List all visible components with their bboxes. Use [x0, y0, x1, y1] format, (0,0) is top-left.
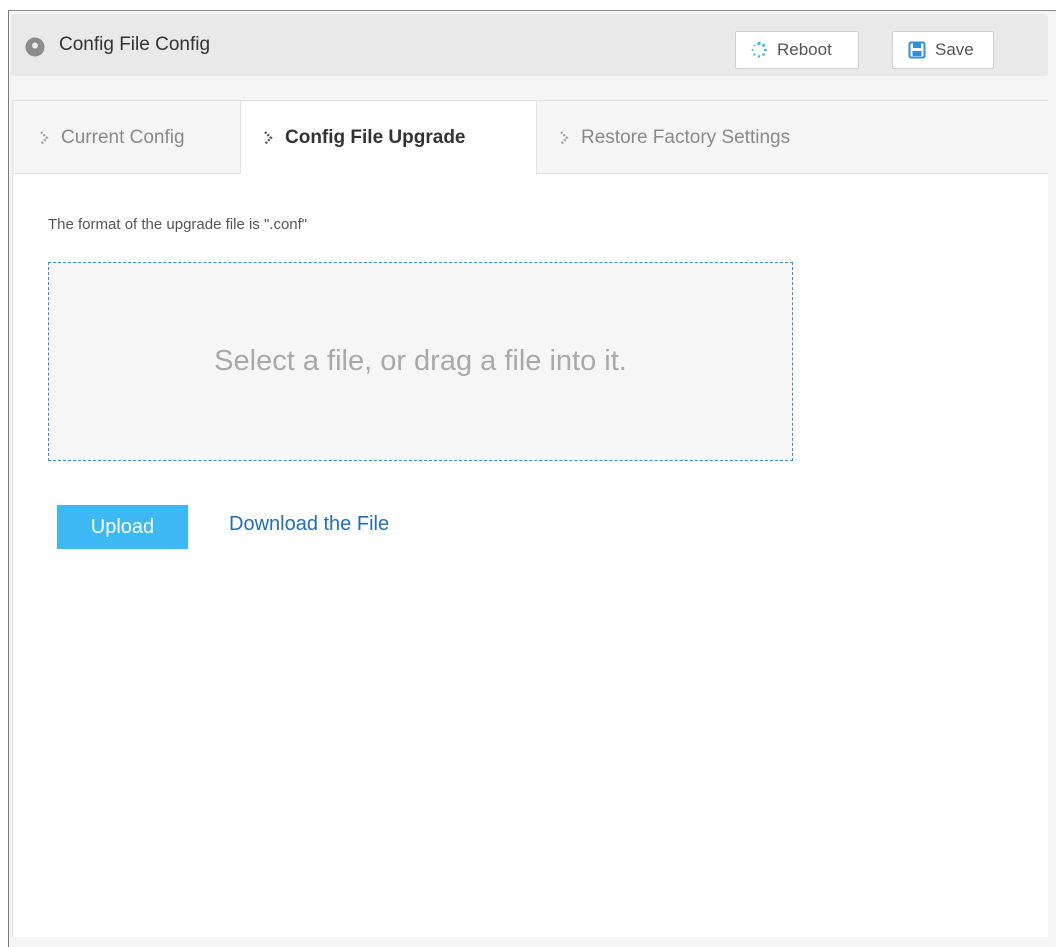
file-dropzone[interactable]: Select a file, or drag a file into it. [48, 262, 793, 461]
tab-label: Config File Upgrade [285, 127, 466, 148]
download-file-link[interactable]: Download the File [229, 513, 389, 536]
tab-current-config[interactable]: Current Config [29, 101, 241, 174]
chevron-right-icon [560, 130, 569, 145]
location-pin-icon [25, 37, 45, 57]
tab-label: Restore Factory Settings [581, 126, 791, 148]
reboot-button-label: Reboot [777, 40, 832, 59]
save-button[interactable]: Save [892, 31, 994, 69]
content-panel: Current Config Config File Upgrade Resto… [12, 100, 1048, 937]
spinner-icon [751, 41, 767, 58]
format-hint: The format of the upgrade file is ".conf… [48, 216, 308, 233]
floppy-disk-icon [908, 41, 926, 59]
tab-restore-factory-settings[interactable]: Restore Factory Settings [549, 101, 869, 174]
chevron-right-icon [40, 130, 49, 145]
tab-label: Current Config [61, 126, 185, 148]
reboot-button[interactable]: Reboot [735, 31, 859, 69]
save-button-label: Save [935, 40, 974, 59]
chevron-right-icon [264, 131, 273, 145]
page-header: Config File Config Reboot Save [11, 14, 1048, 76]
tab-bar: Current Config Config File Upgrade Resto… [13, 101, 1048, 175]
upload-button[interactable]: Upload [57, 505, 188, 549]
dropzone-text: Select a file, or drag a file into it. [214, 345, 627, 377]
page-title: Config File Config [59, 34, 211, 55]
tab-config-file-upgrade[interactable]: Config File Upgrade [241, 101, 537, 175]
